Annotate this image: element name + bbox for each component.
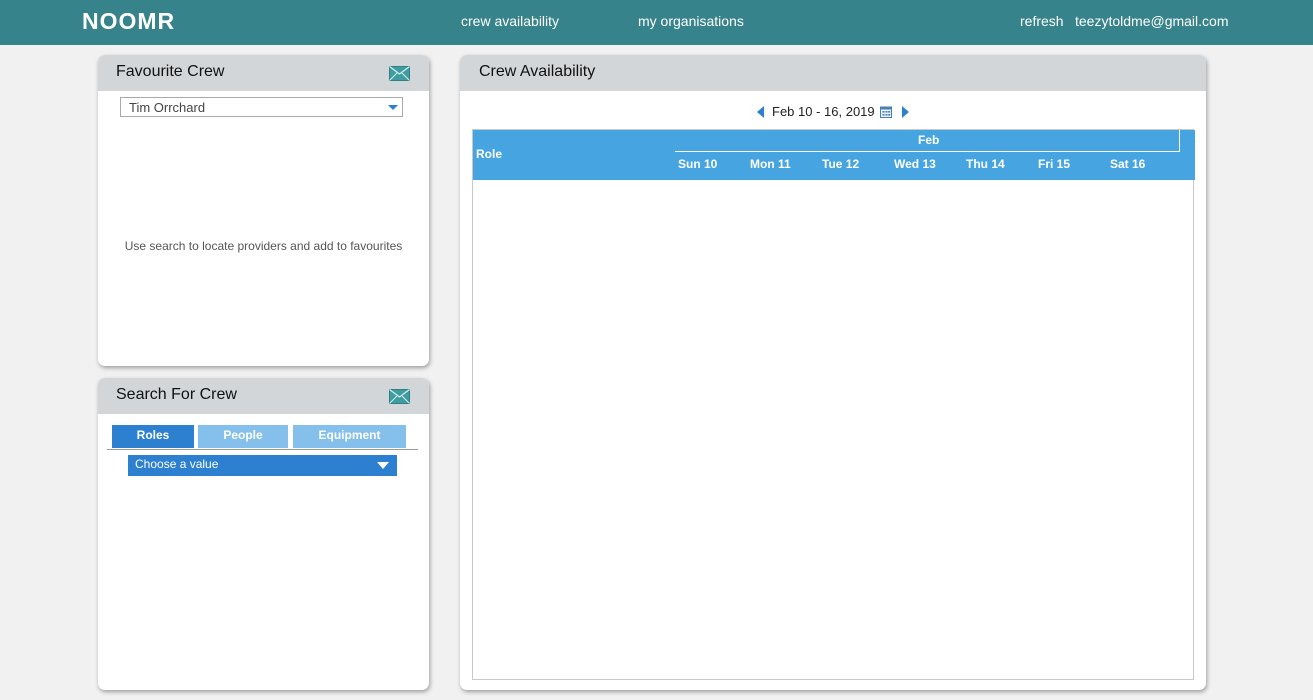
day-header-wed: Wed 13 — [894, 157, 936, 171]
nav-my-organisations[interactable]: my organisations — [638, 13, 744, 29]
crew-availability-header: Crew Availability — [460, 55, 1206, 91]
previous-week-icon[interactable] — [757, 106, 764, 118]
search-crew-title: Search For Crew — [116, 386, 237, 403]
favourite-crew-panel: Favourite Crew Tim Orrchard Use search t… — [98, 55, 429, 366]
crew-availability-panel: Crew Availability Feb 10 - 16, 2019 Role… — [460, 55, 1206, 690]
mail-icon[interactable] — [389, 66, 410, 81]
favourite-crew-select[interactable]: Tim Orrchard — [120, 97, 403, 117]
availability-grid: Role Feb Sun 10 Mon 11 Tue 12 Wed 13 Thu… — [472, 129, 1195, 680]
day-header-fri: Fri 15 — [1038, 157, 1071, 171]
chevron-down-icon — [377, 462, 389, 469]
crew-availability-title: Crew Availability — [479, 63, 596, 80]
grid-header: Role Feb Sun 10 Mon 11 Tue 12 Wed 13 Thu… — [473, 130, 1195, 180]
tab-people[interactable]: People — [198, 425, 288, 448]
search-crew-header: Search For Crew — [98, 378, 429, 414]
favourites-hint: Use search to locate providers and add t… — [124, 239, 403, 253]
mail-icon[interactable] — [389, 389, 410, 404]
top-bar: NOOMR crew availability my organisations… — [0, 0, 1313, 45]
day-header-sat: Sat 16 — [1110, 157, 1146, 171]
month-header: Feb — [918, 133, 940, 147]
tab-equipment[interactable]: Equipment — [293, 425, 406, 448]
nav-refresh[interactable]: refresh — [1020, 13, 1064, 29]
app-logo[interactable]: NOOMR — [82, 8, 175, 35]
day-header-mon: Mon 11 — [750, 157, 791, 171]
day-header-sun: Sun 10 — [678, 157, 718, 171]
search-crew-panel: Search For Crew Roles People Equipment C… — [98, 378, 429, 690]
user-email-link[interactable]: teezytoldme@gmail.com — [1075, 13, 1229, 29]
chevron-down-icon — [388, 105, 398, 110]
date-navigator: Feb 10 - 16, 2019 — [460, 102, 1206, 122]
next-week-icon[interactable] — [902, 106, 909, 118]
role-select-placeholder: Choose a value — [135, 457, 219, 471]
day-header-thu: Thu 14 — [966, 157, 1005, 171]
calendar-icon[interactable] — [880, 106, 892, 118]
tab-divider — [107, 449, 418, 450]
day-header-tue: Tue 12 — [822, 157, 860, 171]
favourite-crew-selected: Tim Orrchard — [129, 100, 206, 115]
favourite-crew-header: Favourite Crew — [98, 55, 429, 91]
role-select[interactable]: Choose a value — [128, 455, 397, 476]
role-column-header: Role — [476, 147, 503, 161]
tab-roles[interactable]: Roles — [112, 425, 194, 448]
favourite-crew-title: Favourite Crew — [116, 63, 225, 80]
nav-crew-availability[interactable]: crew availability — [461, 13, 559, 29]
date-range-label: Feb 10 - 16, 2019 — [772, 104, 875, 119]
